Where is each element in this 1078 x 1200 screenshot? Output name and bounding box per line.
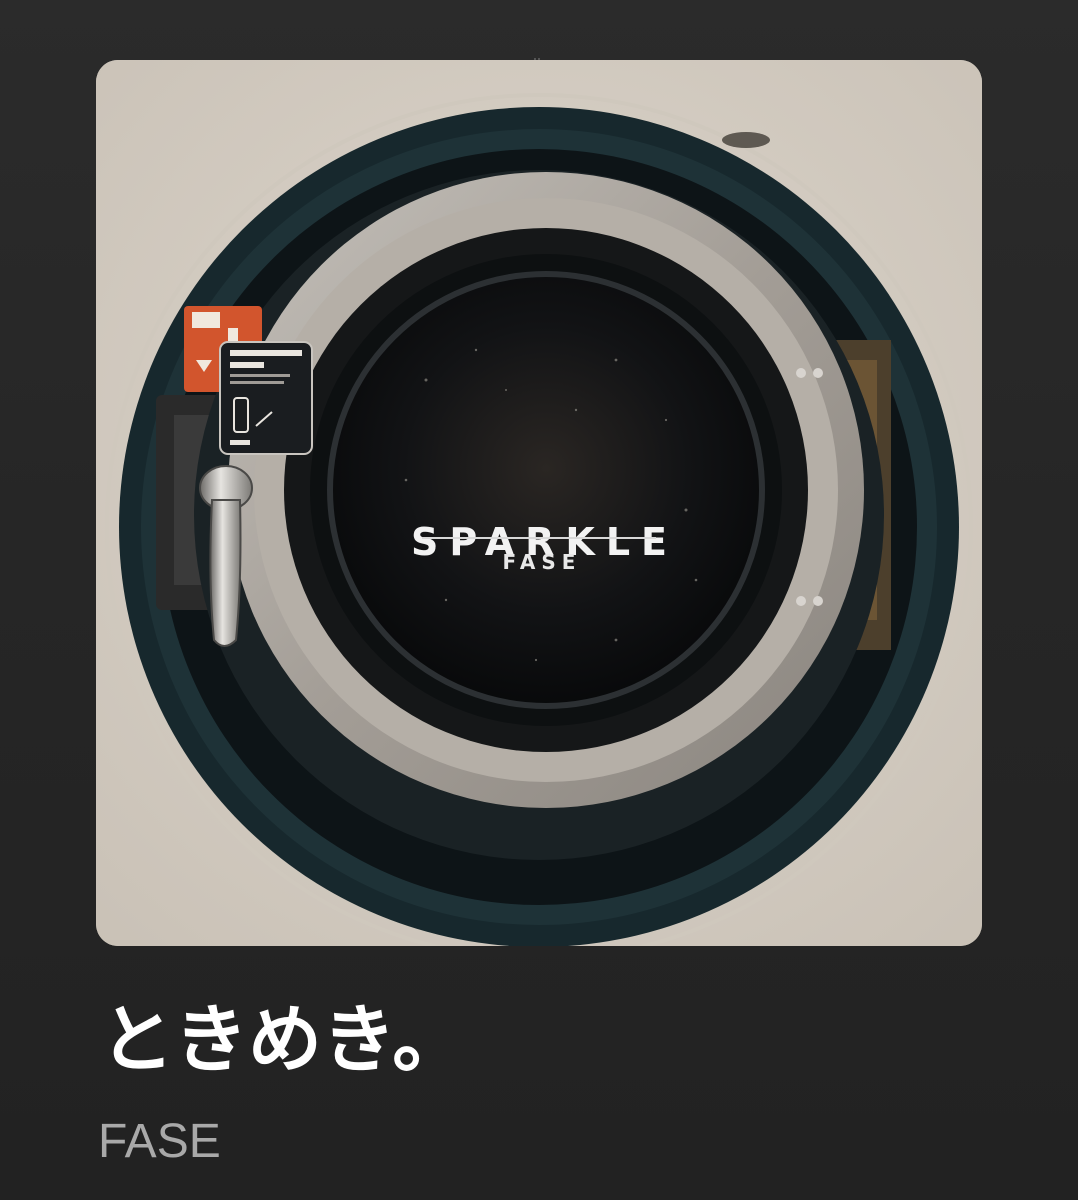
artist-link[interactable]: FASE <box>98 1112 221 1172</box>
track-title: ときめき。 <box>100 997 467 1083</box>
cover-artist: FASE <box>502 550 582 574</box>
door-lever-instruction-label-icon <box>219 341 313 455</box>
washing-machine-door-icon <box>96 60 982 946</box>
album-artwork[interactable]: SPARKLE FASE <box>96 60 982 946</box>
cover-divider <box>422 537 656 539</box>
